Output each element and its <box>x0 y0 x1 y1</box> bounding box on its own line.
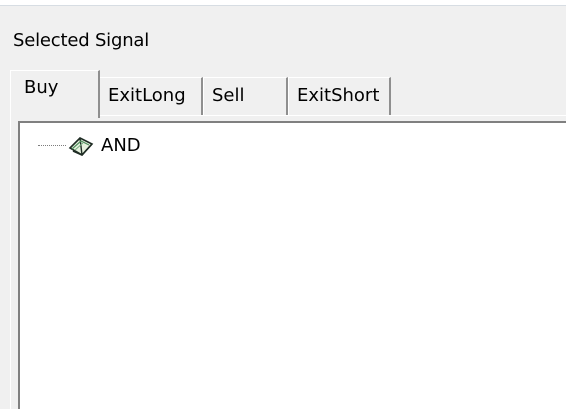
top-strip <box>0 0 566 6</box>
selected-signal-window: Selected Signal Buy ExitLong Sell ExitSh… <box>0 0 566 409</box>
signal-tree[interactable]: AND <box>18 121 566 409</box>
selected-signal-title: Selected Signal <box>13 30 150 51</box>
signal-tabs: Buy ExitLong Sell ExitShort <box>10 70 566 118</box>
tree-item-and[interactable]: AND <box>38 133 141 159</box>
tab-exitlong[interactable]: ExitLong <box>99 77 203 117</box>
tab-buy[interactable]: Buy <box>10 70 100 118</box>
tree-item-label: AND <box>101 135 141 156</box>
tab-panel: AND <box>10 115 566 409</box>
tab-sell[interactable]: Sell <box>203 77 288 117</box>
book-icon <box>68 134 94 158</box>
tab-exitshort[interactable]: ExitShort <box>288 77 391 117</box>
tree-connector <box>38 145 66 147</box>
